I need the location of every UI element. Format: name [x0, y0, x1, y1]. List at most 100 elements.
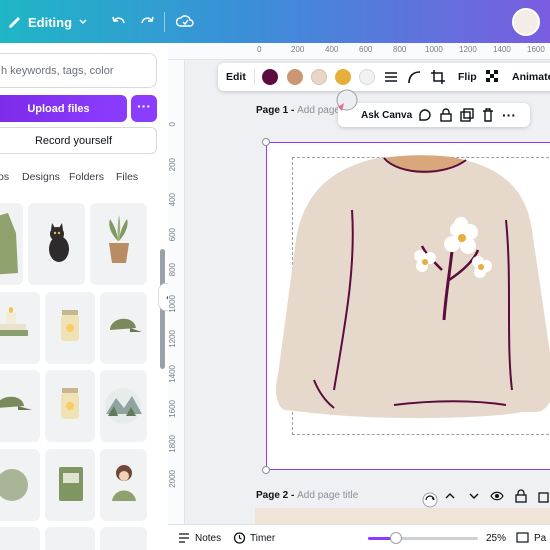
ruler-left-label: 1800	[168, 435, 177, 453]
ruler-top-label: 1400	[493, 45, 511, 54]
border-style-icon[interactable]	[384, 70, 398, 84]
pencil-icon	[9, 16, 21, 28]
potted-plant-illustration	[109, 215, 129, 263]
zoom-slider[interactable]	[368, 532, 478, 544]
ruler-top: 0 200 400 600 800 1000 1200 1400 1600	[168, 43, 550, 60]
divider	[254, 69, 255, 85]
ask-canva-button[interactable]: Ask Canva	[361, 110, 412, 121]
bottom-bar: Notes Timer 25% Pa	[168, 524, 550, 550]
trash-icon[interactable]	[481, 108, 495, 122]
asset-thumbnail-black-cat[interactable]	[28, 203, 85, 285]
notes-button[interactable]: Notes	[195, 533, 221, 544]
asset-thumbnail-plant[interactable]	[90, 203, 147, 285]
zoom-slider-knob[interactable]	[390, 532, 402, 544]
resize-handle[interactable]	[262, 138, 270, 146]
asset-thumbnail-jar[interactable]	[45, 292, 95, 364]
tab-designs[interactable]: Designs	[22, 171, 60, 183]
color-swatch-4[interactable]	[335, 69, 351, 85]
crop-icon[interactable]	[431, 70, 445, 84]
resize-handle[interactable]	[262, 466, 270, 474]
chevron-down-icon[interactable]	[468, 490, 480, 502]
hide-page-icon[interactable]	[490, 489, 504, 503]
zoom-level[interactable]: 25%	[486, 533, 506, 544]
color-swatch-1[interactable]	[262, 69, 278, 85]
ruler-left-label: 200	[168, 158, 177, 172]
color-swatch-2[interactable]	[287, 69, 303, 85]
chevron-down-icon	[79, 19, 87, 25]
canvas-page-2[interactable]	[255, 508, 550, 524]
tab-files[interactable]: Files	[116, 171, 138, 183]
sweater-illustration-main	[276, 155, 550, 419]
lock-page-icon[interactable]	[514, 489, 528, 503]
ruler-left-label: 400	[168, 193, 177, 207]
search-placeholder: h keywords, tags, color	[1, 65, 114, 77]
record-yourself-button[interactable]: Record yourself	[0, 127, 157, 154]
notes-icon	[179, 533, 189, 543]
asset-thumbnail-book[interactable]	[45, 449, 95, 521]
candle-jar-illustration-2	[61, 388, 79, 419]
cat-illustration	[49, 223, 69, 262]
asset-thumbnail-mountains[interactable]	[100, 370, 147, 442]
page-1-label: Page 1 -	[256, 105, 298, 116]
transparency-icon[interactable]	[486, 70, 500, 84]
timer-button[interactable]: Timer	[250, 533, 275, 544]
top-bar: Editing	[0, 0, 550, 43]
asset-thumbnail-cap[interactable]	[100, 292, 147, 364]
color-swatch-3[interactable]	[311, 69, 327, 85]
asset-thumbnail-row5-a[interactable]	[0, 527, 40, 550]
flip-button[interactable]: Flip	[458, 71, 477, 83]
chevron-up-icon[interactable]	[444, 490, 456, 502]
page-1-header: Page 1 - Add page	[256, 105, 340, 116]
girl-reading-illustration	[112, 465, 136, 501]
upload-files-button[interactable]: Upload files	[0, 95, 127, 122]
more-options-button[interactable]: ···	[131, 95, 157, 122]
asset-thumbnail-row5-c[interactable]	[100, 527, 147, 550]
duplicate-icon[interactable]	[460, 108, 474, 122]
editing-menu-button[interactable]: Editing	[8, 11, 88, 33]
cloud-saved-icon[interactable]	[176, 13, 194, 31]
page-2-title-input[interactable]: Add page title	[297, 490, 358, 501]
lock-icon[interactable]	[439, 108, 453, 122]
page-2-label: Page 2 -	[256, 490, 298, 501]
ruler-top-label: 0	[257, 45, 262, 54]
book-illustration	[59, 467, 83, 501]
upload-tabs: os Designs Folders Files	[0, 171, 168, 187]
animate-button[interactable]: Animate	[512, 71, 550, 83]
edit-button[interactable]: Edit	[226, 71, 246, 83]
asset-thumbnail-green-sweater[interactable]	[0, 203, 23, 285]
asset-thumbnail-candles-books[interactable]	[0, 292, 40, 364]
duplicate-page-icon[interactable]	[538, 489, 550, 503]
mountain-landscape-illustration	[105, 388, 142, 424]
timer-icon	[233, 532, 246, 544]
tab-videos[interactable]: os	[0, 171, 9, 183]
ruler-left-label: 1400	[168, 365, 177, 383]
more-options-icon: ···	[137, 98, 151, 114]
uploads-panel: h keywords, tags, color Upload files ···…	[0, 43, 168, 550]
ruler-top-label: 600	[359, 45, 373, 54]
ruler-top-label: 400	[325, 45, 339, 54]
comment-add-icon[interactable]	[418, 108, 432, 122]
asset-thumbnail-girl[interactable]	[100, 449, 147, 521]
tab-folders[interactable]: Folders	[69, 171, 104, 183]
asset-thumbnail-row5-b[interactable]	[45, 527, 95, 550]
canva-assistant-mascot-icon[interactable]	[334, 87, 360, 113]
ruler-top-label: 1200	[459, 45, 477, 54]
avatar[interactable]	[512, 8, 540, 36]
redo-icon[interactable]	[138, 13, 156, 31]
ruler-left-label: 2000	[168, 470, 177, 488]
asset-thumbnail-badge[interactable]	[0, 449, 40, 521]
undo-icon[interactable]	[110, 13, 128, 31]
corner-rounding-icon[interactable]	[407, 70, 421, 84]
asset-thumbnail-jar-2[interactable]	[45, 370, 95, 442]
asset-thumbnail-cap-2[interactable]	[0, 370, 40, 442]
search-input[interactable]: h keywords, tags, color	[0, 53, 157, 88]
mode-label: Editing	[28, 14, 73, 30]
pages-icon	[516, 532, 529, 543]
pages-button[interactable]: Pa	[534, 533, 546, 544]
refresh-icon[interactable]	[422, 492, 438, 508]
color-swatch-5[interactable]	[359, 69, 375, 85]
more-actions-icon[interactable]: ···	[502, 107, 516, 123]
record-yourself-label: Record yourself	[34, 134, 113, 147]
badge-illustration	[0, 469, 28, 501]
ruler-top-label: 200	[291, 45, 305, 54]
